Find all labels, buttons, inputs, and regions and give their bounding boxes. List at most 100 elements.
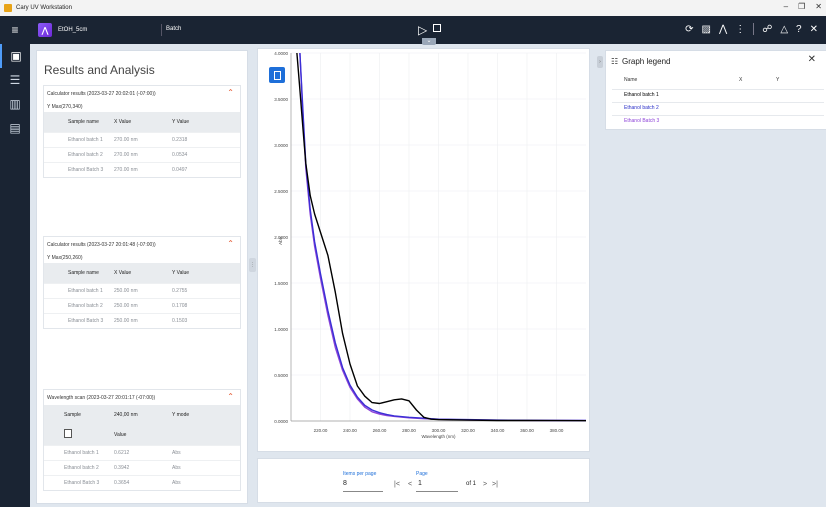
card-header[interactable]: Calculator results (2023-03-27 20:01:48 … (44, 237, 240, 252)
page-label: Page (416, 471, 428, 477)
legend-title: Graph legend (622, 57, 671, 66)
document-icon (273, 70, 281, 80)
wavelength-scan-card: Wavelength scan (2023-03-27 20:01:17 (-0… (43, 389, 241, 491)
table-cell: Ethanol Batch 3 (44, 312, 114, 328)
left-nav: ▣ ☰ ▥ ▤ (0, 44, 30, 507)
x-tick-label: 320.00 (461, 428, 475, 433)
column-subheader-empty (172, 425, 240, 445)
table-cell: 0.1708 (172, 297, 240, 313)
table-row: Ethanol batch 1 0.6212 Abs (44, 444, 240, 460)
image-icon[interactable]: ▨ (702, 24, 711, 35)
y-tick-label: 1.0000 (274, 327, 288, 332)
window-titlebar: Cary UV Workstation – ❐ ✕ (0, 0, 826, 16)
panel-splitter-handle[interactable]: ⋮ (249, 258, 256, 272)
table-cell: Ethanol batch 1 (44, 282, 114, 298)
nav-settings-icon[interactable]: ☰ (0, 68, 30, 92)
close-icon[interactable]: ✕ (810, 24, 818, 35)
experiment-name[interactable]: EtOH_5cm (58, 27, 87, 33)
table-cell: 250.00 nm (114, 312, 172, 328)
results-table: Sample 240,00 nm Y mode Value Ethanol ba… (44, 405, 240, 490)
table-cell: 270.00 nm (114, 146, 172, 162)
batch-label[interactable]: Batch (166, 26, 181, 32)
card-heading: Calculator results (2023-03-27 20:01:48 … (47, 241, 156, 248)
x-tick-label: 300.00 (432, 428, 446, 433)
clipboard-icon[interactable] (64, 429, 72, 439)
legend-divider (612, 89, 824, 90)
nav-map-icon[interactable]: ▥ (0, 92, 30, 116)
close-window-icon[interactable]: ✕ (815, 2, 822, 11)
legend-column-y: Y (776, 77, 780, 83)
window-title: Cary UV Workstation (16, 5, 72, 11)
column-header: 240,00 nm (114, 405, 172, 425)
x-axis-label: Wavelength (nm) (421, 434, 456, 439)
first-page-icon[interactable]: |< (394, 481, 400, 488)
more-vertical-icon[interactable]: ⋮ (735, 24, 745, 35)
items-per-page-select[interactable]: 8 (343, 480, 347, 487)
table-row: Ethanol batch 2 270.00 nm 0.0534 (44, 146, 240, 162)
page-input[interactable]: 1 (418, 480, 422, 487)
x-tick-label: 280.00 (402, 428, 416, 433)
legend-entry-batch-3[interactable]: Ethanol Batch 3 (624, 118, 659, 124)
results-panel: Results and Analysis Calculator results … (36, 50, 248, 504)
card-heading: Calculator results (2023-03-27 20:02:01 … (47, 90, 156, 97)
legend-divider (612, 115, 824, 116)
legend-collapse-tab[interactable]: › (597, 56, 603, 68)
table-cell: 0.1503 (172, 312, 240, 328)
help-icon[interactable]: ? (796, 24, 802, 35)
graph-legend-panel: ☷ Graph legend ✕ Name X Y Ethanol batch … (605, 50, 826, 130)
legend-column-x: X (739, 77, 743, 83)
page-underline (416, 491, 458, 492)
table-row: Ethanol batch 2 250.00 nm 0.1708 (44, 297, 240, 313)
minimize-icon[interactable]: – (784, 2, 788, 11)
x-tick-label: 340.00 (491, 428, 505, 433)
table-cell: Ethanol batch 2 (44, 459, 114, 475)
table-cell: 0.2755 (172, 282, 240, 298)
last-page-icon[interactable]: >| (492, 481, 498, 488)
x-tick-label: 380.00 (550, 428, 564, 433)
header-expand-tab[interactable]: ⌄ (422, 38, 436, 45)
table-cell: Abs (172, 474, 240, 490)
table-row: Ethanol batch 2 0.3942 Abs (44, 459, 240, 475)
collapse-caret-icon[interactable]: ⌃ (227, 239, 234, 248)
table-cell: Ethanol Batch 3 (44, 474, 114, 490)
results-table: Sample name X Value Y Value Ethanol batc… (44, 263, 240, 328)
legend-close-icon[interactable]: ✕ (808, 54, 816, 65)
legend-divider (612, 102, 824, 103)
next-page-icon[interactable]: > (483, 481, 487, 488)
app-header: ≡ ⋀ EtOH_5cm Batch ▷ ⟳ ▨ ⋀ ⋮ ☍ △ ? ✕ (0, 16, 826, 44)
legend-entry-batch-2[interactable]: Ethanol batch 2 (624, 105, 659, 111)
page-count-text: of 1 (466, 481, 477, 487)
legend-entry-batch-1[interactable]: Ethanol batch 1 (624, 92, 659, 98)
toolbar-divider (753, 23, 755, 35)
y-tick-label: 3.0000 (274, 143, 288, 148)
spectrum-icon[interactable]: ⋀ (719, 24, 727, 35)
card-subheading: Y Max(250,260) (47, 254, 83, 261)
chart-options-button[interactable] (269, 67, 285, 83)
maximize-icon[interactable]: ❐ (798, 2, 805, 11)
share-icon[interactable]: ☍ (762, 24, 772, 35)
table-cell: 0.6212 (114, 444, 172, 460)
spectrum-chart[interactable]: 0.00000.50001.00001.50002.00002.50003.00… (258, 49, 591, 453)
table-cell: 250.00 nm (114, 297, 172, 313)
y-axis-label: Abs (278, 236, 283, 245)
collapse-caret-icon[interactable]: ⌃ (227, 88, 234, 97)
card-header[interactable]: Wavelength scan (2023-03-27 20:01:17 (-0… (44, 390, 240, 405)
keyboard-icon-cell (44, 425, 114, 445)
card-header[interactable]: Calculator results (2023-03-27 20:02:01 … (44, 86, 240, 101)
column-subheader: Value (114, 425, 172, 445)
hamburger-menu-icon[interactable]: ≡ (0, 23, 30, 37)
collapse-caret-icon[interactable]: ⌃ (227, 392, 234, 401)
stop-icon[interactable] (433, 24, 441, 32)
nav-results-icon[interactable]: ▣ (0, 44, 30, 68)
table-cell: 0.3654 (114, 474, 172, 490)
bell-icon[interactable]: △ (780, 24, 788, 35)
table-cell: 0.0534 (172, 146, 240, 162)
table-cell: Ethanol batch 1 (44, 444, 114, 460)
refresh-icon[interactable]: ⟳ (685, 24, 693, 35)
table-cell: Ethanol Batch 3 (44, 161, 114, 177)
window-controls: – ❐ ✕ (784, 2, 822, 11)
previous-page-icon[interactable]: < (408, 481, 412, 488)
nav-clipboard-icon[interactable]: ▤ (0, 116, 30, 140)
spectrum-chart-panel: 0.0000 0.5000 1.0000 1.5000 2.0000 2.5000 3.00… (257, 48, 590, 452)
play-icon[interactable]: ▷ (418, 23, 427, 37)
